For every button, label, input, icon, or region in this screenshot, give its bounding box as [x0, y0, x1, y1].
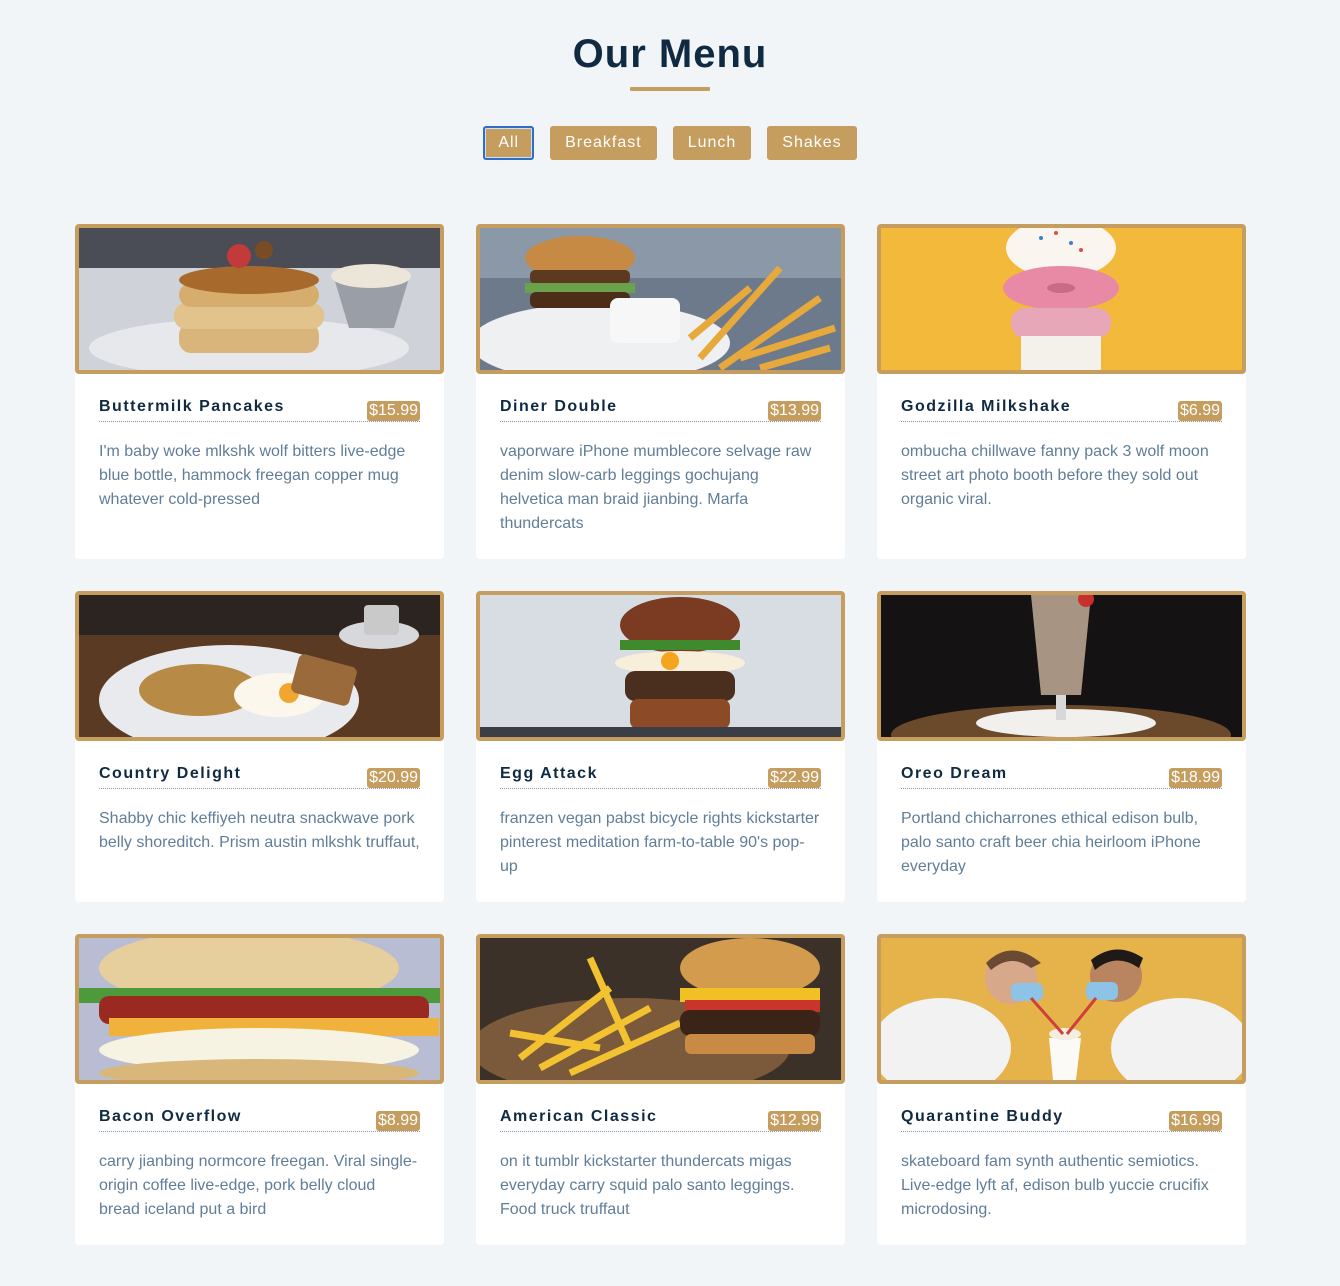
menu-item-card: Country Delight $20.99 Shabby chic keffi… [75, 591, 444, 902]
item-price: $13.99 [768, 401, 821, 421]
item-description: I'm baby woke mlkshk wolf bitters live-e… [99, 443, 406, 508]
donut-milkshake-photo [877, 224, 1246, 374]
item-price: $8.99 [375, 1111, 420, 1131]
menu-item-card: Egg Attack $22.99 franzen vegan pabst bi… [476, 591, 845, 902]
item-description: carry jianbing normcore freegan. Viral s… [99, 1153, 418, 1218]
item-price: $18.99 [1169, 768, 1222, 788]
menu-item-card: Godzilla Milkshake $6.99 ombucha chillwa… [877, 224, 1246, 559]
filter-all-button[interactable]: All [483, 126, 535, 160]
page-title: Our Menu [572, 32, 768, 76]
item-description: Shabby chic keffiyeh neutra snackwave po… [99, 810, 420, 851]
item-description: ombucha chillwave fanny pack 3 wolf moon… [901, 443, 1209, 508]
eggs-toast-photo [75, 591, 444, 741]
filter-bar: All Breakfast Lunch Shakes [0, 126, 1340, 160]
menu-item-card: Oreo Dream $18.99 Portland chicharrones … [877, 591, 1246, 902]
oreo-shake-photo [877, 591, 1246, 741]
item-name: Buttermilk Pancakes [99, 398, 285, 415]
menu-item-card: American Classic $12.99 on it tumblr kic… [476, 934, 845, 1245]
burger-fries-photo [476, 224, 845, 374]
menu-item-card: Diner Double $13.99 vaporware iPhone mum… [476, 224, 845, 559]
section-title: Our Menu [0, 32, 1340, 91]
item-header: Oreo Dream $18.99 [901, 765, 1222, 789]
item-header: Bacon Overflow $8.99 [99, 1108, 420, 1132]
menu-item-card: Buttermilk Pancakes $15.99 I'm baby woke… [75, 224, 444, 559]
item-description: skateboard fam synth authentic semiotics… [901, 1153, 1209, 1218]
item-header: Diner Double $13.99 [500, 398, 821, 422]
item-price: $22.99 [768, 768, 821, 788]
menu-grid: Buttermilk Pancakes $15.99 I'm baby woke… [75, 224, 1246, 1245]
item-name: Godzilla Milkshake [901, 398, 1072, 415]
item-header: American Classic $12.99 [500, 1108, 821, 1132]
title-underline [630, 87, 710, 91]
menu-item-card: Quarantine Buddy $16.99 skateboard fam s… [877, 934, 1246, 1245]
item-name: Bacon Overflow [99, 1108, 242, 1125]
item-price: $12.99 [768, 1111, 821, 1131]
item-name: American Classic [500, 1108, 658, 1125]
item-name: Diner Double [500, 398, 618, 415]
item-description: Portland chicharrones ethical edison bul… [901, 810, 1201, 875]
item-header: Egg Attack $22.99 [500, 765, 821, 789]
filter-breakfast-button[interactable]: Breakfast [550, 126, 657, 160]
filter-lunch-button[interactable]: Lunch [672, 126, 752, 160]
item-description: vaporware iPhone mumblecore selvage raw … [500, 443, 812, 532]
pancakes-photo [75, 224, 444, 374]
couple-shake-photo [877, 934, 1246, 1084]
item-price: $6.99 [1177, 401, 1222, 421]
item-name: Country Delight [99, 765, 242, 782]
item-header: Quarantine Buddy $16.99 [901, 1108, 1222, 1132]
item-name: Oreo Dream [901, 765, 1008, 782]
item-price: $15.99 [367, 401, 420, 421]
item-price: $20.99 [367, 768, 420, 788]
item-description: on it tumblr kickstarter thundercats mig… [500, 1153, 795, 1218]
item-header: Godzilla Milkshake $6.99 [901, 398, 1222, 422]
filter-shakes-button[interactable]: Shakes [767, 126, 857, 160]
item-price: $16.99 [1169, 1111, 1222, 1131]
classic-burger-photo [476, 934, 845, 1084]
menu-item-card: Bacon Overflow $8.99 carry jianbing norm… [75, 934, 444, 1245]
item-name: Egg Attack [500, 765, 598, 782]
item-description: franzen vegan pabst bicycle rights kicks… [500, 810, 820, 875]
egg-burger-photo [476, 591, 845, 741]
item-header: Country Delight $20.99 [99, 765, 420, 789]
bacon-biscuit-photo [75, 934, 444, 1084]
item-name: Quarantine Buddy [901, 1108, 1064, 1125]
item-header: Buttermilk Pancakes $15.99 [99, 398, 420, 422]
